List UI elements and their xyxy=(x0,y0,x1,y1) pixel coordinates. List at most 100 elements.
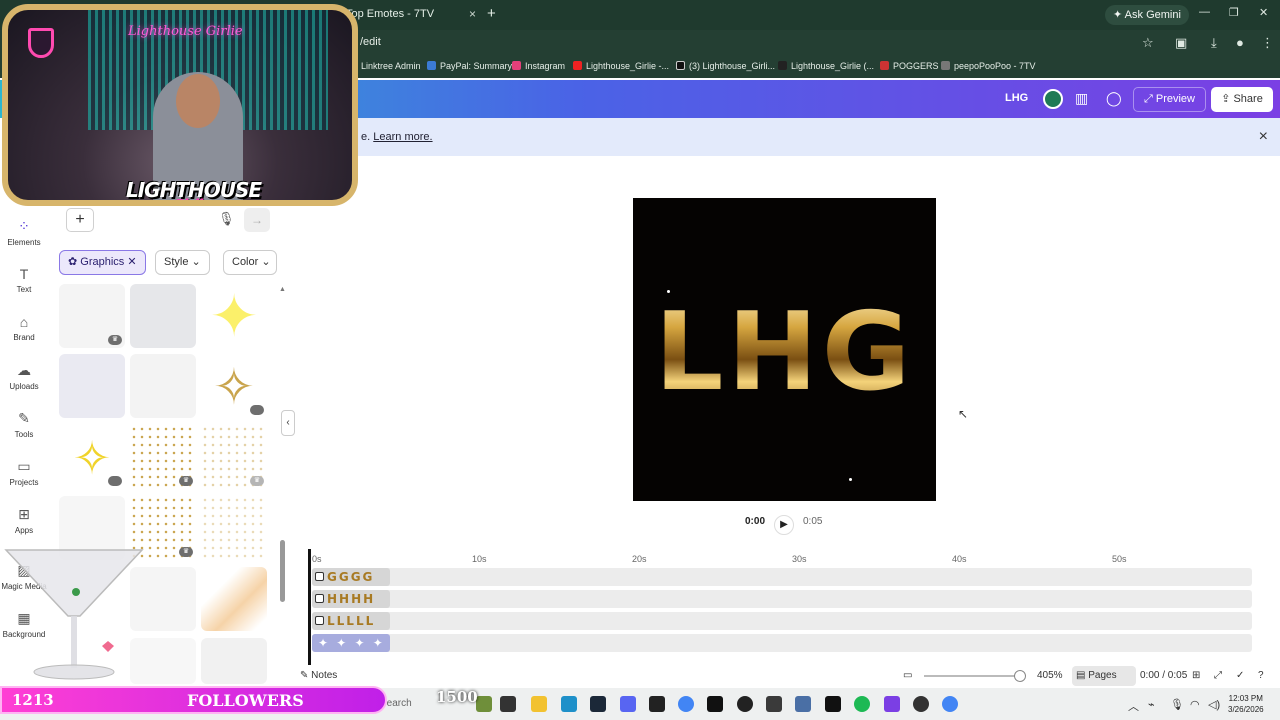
graphic-tile[interactable]: ✦ xyxy=(201,284,267,348)
bookmark-item[interactable]: Instagram xyxy=(512,61,565,71)
rail-item-apps[interactable]: ⊞ Apps xyxy=(0,506,48,535)
restore-icon[interactable]: ❐ xyxy=(1229,6,1239,19)
chrome-icon[interactable] xyxy=(942,696,958,712)
banner-close-icon[interactable]: × xyxy=(1259,128,1268,146)
tab-close-icon[interactable]: × xyxy=(469,4,476,24)
graphic-tile[interactable] xyxy=(201,567,267,631)
bookmark-item[interactable]: Lighthouse_Girlie (... xyxy=(778,61,874,71)
minimize-icon[interactable]: — xyxy=(1199,6,1210,18)
taskbar-app-icon[interactable] xyxy=(707,696,723,712)
timeline-track[interactable]: ✦ ✦ ✦ ✦ xyxy=(312,634,1252,652)
panel-scrollbar[interactable] xyxy=(280,540,285,602)
graphic-tile[interactable]: ✧♛ xyxy=(59,425,125,489)
chrome-icon[interactable] xyxy=(678,696,694,712)
preview-button[interactable]: ⤢ Preview xyxy=(1133,87,1206,112)
profile-icon[interactable]: ● xyxy=(1236,35,1244,50)
new-tab-button[interactable]: + xyxy=(487,5,496,22)
zoom-slider[interactable] xyxy=(924,675,1018,677)
graphic-tile[interactable]: ♛ xyxy=(59,284,125,348)
microphone-icon[interactable]: 🎙 xyxy=(218,211,235,227)
graphic-tile[interactable] xyxy=(201,638,267,684)
browser-tab[interactable]: Top Emotes - 7TV × xyxy=(336,4,484,28)
bookmark-item[interactable]: peepoPooPoo - 7TV xyxy=(941,61,1036,71)
graphic-tile[interactable]: ✧♛ xyxy=(201,354,267,418)
steam-icon[interactable] xyxy=(590,696,606,712)
submit-search-button[interactable]: → xyxy=(244,208,270,232)
add-button[interactable]: + xyxy=(66,208,94,232)
taskbar-app-icon[interactable] xyxy=(766,696,782,712)
rail-item-projects[interactable]: ▭ Projects xyxy=(0,458,48,487)
fullscreen-icon[interactable]: ⤢ xyxy=(1214,670,1222,681)
capcut-icon[interactable] xyxy=(825,696,841,712)
volume-icon[interactable]: ◁) xyxy=(1208,698,1220,711)
taskbar-app-icon[interactable] xyxy=(476,696,492,712)
obs-icon[interactable] xyxy=(913,696,929,712)
filter-color-dropdown[interactable]: Color ⌄ xyxy=(223,250,277,275)
taskbar-app-icon[interactable] xyxy=(500,696,516,712)
window-close-icon[interactable]: ✕ xyxy=(1259,6,1268,19)
lhg-logo-text[interactable]: LHG xyxy=(633,288,936,418)
extension-icon[interactable]: ▣ xyxy=(1175,35,1187,51)
rail-item-uploads[interactable]: ☁ Uploads xyxy=(0,362,48,391)
design-canvas[interactable]: LHG xyxy=(633,198,936,501)
check-icon[interactable]: ✓ xyxy=(1236,670,1244,681)
media-player-icon[interactable] xyxy=(737,696,753,712)
discord-icon[interactable] xyxy=(620,696,636,712)
microphone-tray-icon[interactable]: 🎙 xyxy=(1170,698,1184,711)
browser-menu-icon[interactable]: ⋮ xyxy=(1261,35,1274,51)
insights-icon[interactable]: ▥ xyxy=(1075,90,1088,107)
timeline-clip[interactable]: GGGG xyxy=(312,568,390,586)
notes-button[interactable]: ✎ Notes xyxy=(300,670,337,681)
filter-chip-graphics[interactable]: ✿ Graphics ✕ xyxy=(59,250,146,275)
share-button[interactable]: ⇪ Share xyxy=(1211,87,1273,112)
rail-item-brand[interactable]: ⌂ Brand xyxy=(0,314,48,342)
rail-item-text[interactable]: T Text xyxy=(0,266,48,294)
timeline-track[interactable]: LLLLL xyxy=(312,612,1252,630)
star-icon[interactable]: ☆ xyxy=(1142,35,1154,51)
folder-icon[interactable] xyxy=(531,696,547,712)
calculator-icon[interactable] xyxy=(795,696,811,712)
tray-chevron-icon[interactable]: ︿ xyxy=(1128,698,1139,714)
comment-icon[interactable]: ◯ xyxy=(1106,90,1122,107)
bookmark-item[interactable]: PayPal: Summary xyxy=(427,61,512,71)
learn-more-link[interactable]: Learn more. xyxy=(373,131,432,143)
network-icon[interactable]: ⌁ xyxy=(1148,698,1155,711)
rail-item-elements[interactable]: ⁘ Elements xyxy=(0,218,48,247)
timeline-track[interactable]: GGGG xyxy=(312,568,1252,586)
timeline-clip[interactable]: ✦ ✦ ✦ ✦ xyxy=(312,634,390,652)
taskbar-clock[interactable]: 12:03 PM 3/26/2026 xyxy=(1228,693,1264,715)
graphic-tile[interactable]: ♛ xyxy=(130,425,196,489)
zoom-level[interactable]: 405% xyxy=(1037,670,1063,681)
filter-style-dropdown[interactable]: Style ⌄ xyxy=(155,250,210,275)
play-button[interactable]: ▶ xyxy=(774,515,794,535)
wifi-icon[interactable]: ◠ xyxy=(1190,698,1200,711)
scroll-up-icon[interactable]: ▲ xyxy=(279,286,286,293)
avatar[interactable] xyxy=(1043,89,1063,109)
help-icon[interactable]: ? xyxy=(1258,670,1264,681)
timeline-clip[interactable]: LLLLL xyxy=(312,612,390,630)
timeline-playhead[interactable] xyxy=(308,549,311,665)
ask-gemini-button[interactable]: ✦ Ask Gemini xyxy=(1105,5,1189,25)
grid-view-icon[interactable]: ⊞ xyxy=(1192,670,1200,681)
graphic-tile[interactable] xyxy=(201,496,267,560)
collapse-panel-button[interactable]: ‹ xyxy=(281,410,295,436)
pages-button[interactable]: ▤ Pages xyxy=(1072,666,1136,686)
timeline-track[interactable]: HHHH xyxy=(312,590,1252,608)
bookmark-item[interactable]: POGGERS xyxy=(880,61,939,71)
taskbar-app-icon[interactable] xyxy=(884,696,900,712)
zoom-slider-handle[interactable] xyxy=(1014,670,1026,682)
bookmark-item[interactable]: Linktree Admin xyxy=(361,61,421,71)
bookmark-item[interactable]: Lighthouse_Girlie -... xyxy=(573,61,669,71)
download-icon[interactable]: ⤓ xyxy=(1211,35,1217,51)
graphic-tile[interactable]: ♛ xyxy=(201,425,267,489)
bookmark-item[interactable]: (3) Lighthouse_Girli... xyxy=(676,61,775,71)
fit-screen-icon[interactable]: ▭ xyxy=(903,670,912,681)
edge-icon[interactable] xyxy=(561,696,577,712)
epic-games-icon[interactable] xyxy=(649,696,665,712)
graphic-tile[interactable] xyxy=(130,354,196,418)
rail-item-tools[interactable]: ✎ Tools xyxy=(0,410,48,439)
timeline-clip[interactable]: HHHH xyxy=(312,590,390,608)
graphic-tile[interactable] xyxy=(59,354,125,418)
spotify-icon[interactable] xyxy=(854,696,870,712)
design-title[interactable]: LHG xyxy=(1005,92,1028,104)
